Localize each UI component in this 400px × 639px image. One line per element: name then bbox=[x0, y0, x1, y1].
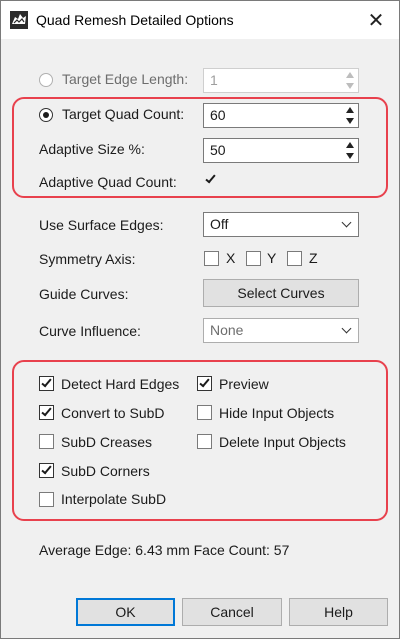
target-edge-length-radio[interactable] bbox=[39, 73, 53, 87]
adaptive-quad-count-checkbox[interactable] bbox=[204, 172, 220, 189]
detect-hard-edges-label: Detect Hard Edges bbox=[61, 376, 180, 392]
adaptive-quad-count-label: Adaptive Quad Count: bbox=[39, 174, 177, 190]
checkmark-icon bbox=[41, 463, 52, 475]
symmetry-y-checkbox[interactable] bbox=[246, 251, 261, 266]
subd-corners-checkbox[interactable] bbox=[39, 463, 54, 478]
face-count-label: Face Count: bbox=[193, 542, 270, 558]
preview-label: Preview bbox=[219, 376, 269, 392]
use-surface-edges-label: Use Surface Edges: bbox=[39, 217, 164, 233]
select-curves-button[interactable]: Select Curves bbox=[203, 279, 359, 307]
symmetry-y-label: Y bbox=[267, 250, 277, 266]
symmetry-x-checkbox[interactable] bbox=[204, 251, 219, 266]
adaptive-size-label: Adaptive Size %: bbox=[39, 141, 145, 157]
cancel-button[interactable]: Cancel bbox=[182, 598, 282, 626]
subd-creases-checkbox[interactable] bbox=[39, 434, 54, 449]
checkmark-icon bbox=[41, 376, 52, 388]
title-bar[interactable]: Quad Remesh Detailed Options ✕ bbox=[1, 1, 399, 39]
interpolate-subd-label: Interpolate SubD bbox=[61, 491, 167, 507]
target-quad-count-value: 60 bbox=[210, 107, 226, 123]
target-edge-length-spinner[interactable]: 1 bbox=[203, 68, 359, 93]
subd-creases-label: SubD Creases bbox=[61, 434, 153, 450]
curve-influence-select[interactable]: None bbox=[203, 318, 359, 343]
status-line: Average Edge: 6.43 mm Face Count: 57 bbox=[39, 542, 289, 558]
adaptive-size-value: 50 bbox=[210, 142, 226, 158]
delete-input-objects-label: Delete Input Objects bbox=[219, 434, 346, 450]
target-edge-length-value: 1 bbox=[210, 72, 218, 88]
convert-to-subd-checkbox[interactable] bbox=[39, 405, 54, 420]
hide-input-objects-checkbox[interactable] bbox=[197, 405, 212, 420]
symmetry-z-label: Z bbox=[309, 250, 318, 266]
target-edge-length-label: Target Edge Length: bbox=[62, 71, 189, 87]
close-icon[interactable]: ✕ bbox=[353, 1, 399, 39]
window-title: Quad Remesh Detailed Options bbox=[36, 12, 234, 28]
average-edge-label: Average Edge: bbox=[39, 542, 132, 558]
checkmark-icon bbox=[205, 172, 216, 184]
hide-input-objects-label: Hide Input Objects bbox=[219, 405, 335, 421]
symmetry-z-checkbox[interactable] bbox=[287, 251, 302, 266]
curve-influence-label: Curve Influence: bbox=[39, 323, 141, 339]
ok-button[interactable]: OK bbox=[76, 598, 175, 626]
chevron-down-icon bbox=[341, 217, 352, 228]
use-surface-edges-value: Off bbox=[210, 216, 229, 232]
average-edge-value: 6.43 mm bbox=[135, 542, 190, 558]
rhino-app-icon bbox=[10, 11, 28, 29]
preview-checkbox[interactable] bbox=[197, 376, 212, 391]
checkmark-icon bbox=[199, 376, 210, 388]
chevron-down-icon bbox=[341, 323, 352, 334]
help-button[interactable]: Help bbox=[289, 598, 388, 626]
face-count-value: 57 bbox=[273, 542, 290, 558]
spinner-arrows-icon[interactable] bbox=[342, 104, 358, 127]
dialog-window: Quad Remesh Detailed Options ✕ Target Ed… bbox=[0, 0, 400, 639]
interpolate-subd-checkbox[interactable] bbox=[39, 492, 54, 507]
guide-curves-label: Guide Curves: bbox=[39, 286, 129, 302]
target-quad-count-spinner[interactable]: 60 bbox=[203, 103, 359, 128]
use-surface-edges-select[interactable]: Off bbox=[203, 212, 359, 237]
detect-hard-edges-checkbox[interactable] bbox=[39, 376, 54, 391]
curve-influence-value: None bbox=[210, 322, 244, 338]
target-quad-count-label: Target Quad Count: bbox=[62, 106, 185, 122]
delete-input-objects-checkbox[interactable] bbox=[197, 434, 212, 449]
checkmark-icon bbox=[41, 405, 52, 417]
convert-to-subd-label: Convert to SubD bbox=[61, 405, 165, 421]
adaptive-size-spinner[interactable]: 50 bbox=[203, 138, 359, 163]
subd-corners-label: SubD Corners bbox=[61, 463, 150, 479]
target-quad-count-radio[interactable] bbox=[39, 108, 53, 122]
spinner-arrows-icon[interactable] bbox=[342, 69, 358, 92]
symmetry-x-label: X bbox=[226, 250, 236, 266]
symmetry-axis-label: Symmetry Axis: bbox=[39, 251, 136, 267]
spinner-arrows-icon[interactable] bbox=[342, 139, 358, 162]
